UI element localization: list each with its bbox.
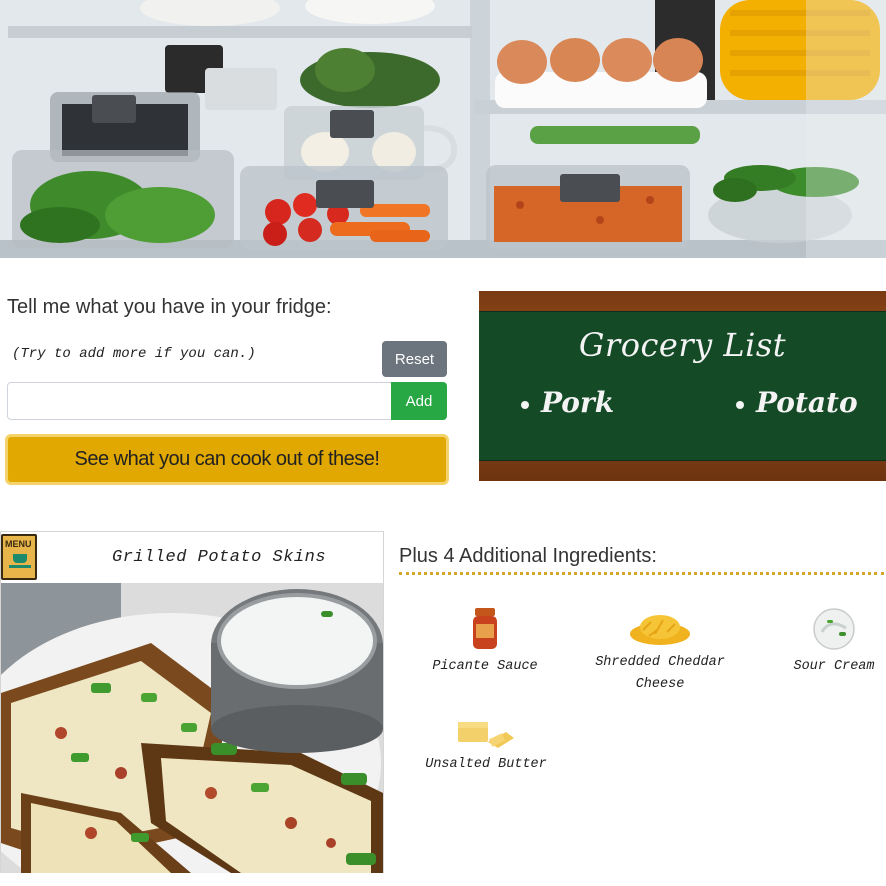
additional-ingredient: Picante Sauce [420, 608, 550, 678]
recipe-photo[interactable] [1, 583, 383, 873]
ingredient-name: Picante Sauce [432, 659, 538, 674]
grocery-item: Pork [521, 386, 614, 419]
grocery-list-title: Grocery List [578, 326, 787, 364]
recipe-title: Grilled Potato Skins [112, 548, 327, 567]
grocery-list-board: Grocery List Pork Potato [479, 291, 886, 481]
grocery-item-label: Potato [756, 386, 858, 419]
ingredient-name: Unsalted Butter [425, 757, 547, 772]
ingredient-input[interactable] [7, 382, 392, 420]
add-more-hint: (Try to add more if you can.) [12, 346, 256, 362]
heading-divider [399, 572, 884, 575]
chalkboard-surface: Grocery List Pork Potato [479, 311, 886, 461]
bullet-icon [736, 400, 744, 409]
additional-ingredients-heading: Plus 4 Additional Ingredients: [399, 545, 657, 567]
ingredient-name: Sour Cream [793, 659, 875, 674]
recipe-header: MENU Grilled Potato Skins [1, 532, 383, 582]
additional-ingredient: Sour Cream [782, 608, 886, 678]
sour-cream-icon [813, 608, 855, 650]
menu-icon-text: MENU [5, 539, 32, 549]
grocery-item: Potato [736, 386, 858, 419]
grocery-item-label: Pork [541, 386, 615, 419]
see-recipes-button[interactable]: See what you can cook out of these! [5, 434, 449, 485]
reset-button[interactable]: Reset [382, 341, 447, 377]
additional-ingredient: Unsalted Butter [414, 718, 558, 776]
ingredient-name: Shredded Cheddar Cheese [595, 655, 725, 692]
fridge-prompt-label: Tell me what you have in your fridge: [7, 296, 332, 318]
additional-ingredient: Shredded Cheddar Cheese [582, 612, 738, 696]
add-button[interactable]: Add [391, 382, 447, 420]
butter-icon [458, 722, 514, 748]
fridge-hero-image [0, 0, 886, 258]
menu-icon: MENU [1, 534, 37, 580]
bullet-icon [521, 400, 529, 409]
sauce-jar-icon [473, 608, 497, 649]
recipe-card[interactable]: MENU Grilled Potato Skins [0, 531, 384, 873]
shredded-cheese-icon [630, 615, 690, 645]
